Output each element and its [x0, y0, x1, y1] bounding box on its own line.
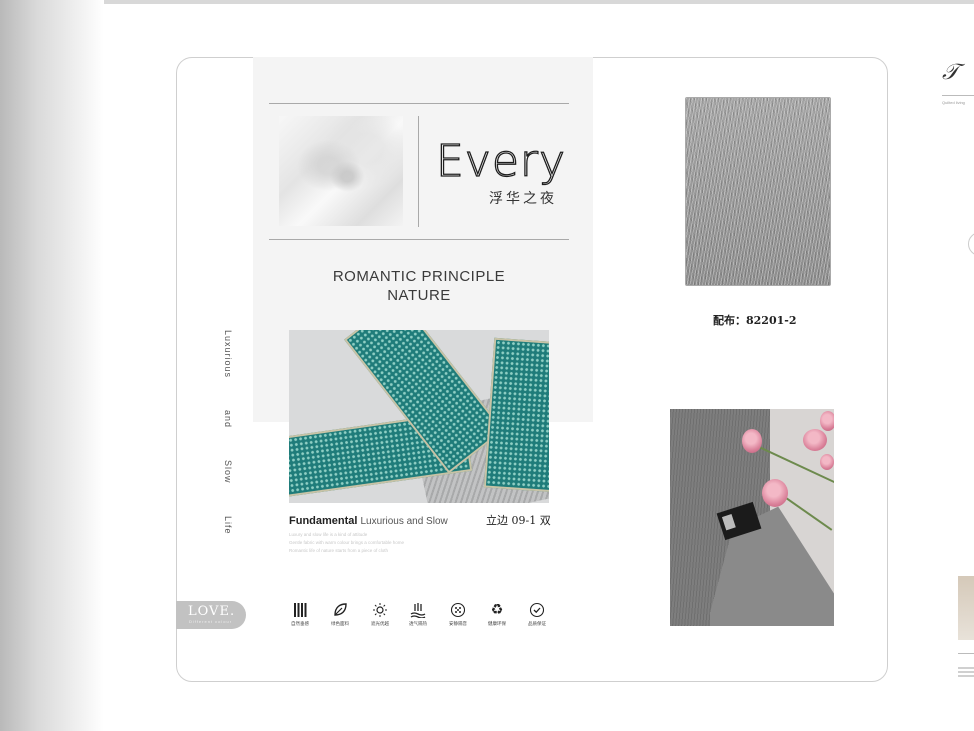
fine-print: Luxury and slow life is a kind of attitu…: [289, 531, 454, 555]
side-word-luxurious: Luxurious: [223, 330, 233, 379]
side-word-life: Life: [223, 516, 233, 535]
next-page-rule-2: [958, 653, 974, 654]
rose-flower: [803, 429, 827, 451]
feature-green: 绿色面料: [325, 602, 355, 627]
page-gutter-shadow: [0, 0, 104, 731]
love-badge: LOVE. Different colour: [176, 601, 246, 629]
side-word-and: and: [223, 410, 233, 429]
next-page-photo: [958, 576, 974, 640]
feature-label: 绿色面料: [331, 621, 349, 626]
next-page-rule: [942, 95, 974, 96]
airflow-icon: [403, 602, 433, 619]
fundamental-caption: Fundamental Luxurious and Slow: [289, 515, 448, 527]
vertical-bars-icon: [285, 602, 315, 619]
rose-flower: [742, 429, 762, 453]
fine-print-line: Gentle fabric with warm colour brings a …: [289, 540, 405, 545]
headline: Every: [435, 135, 567, 187]
feature-label: 安静隔音: [449, 621, 467, 626]
fine-print-line: Romantic life of nature starts from a pi…: [289, 548, 389, 553]
fundamental-light: Luxurious and Slow: [360, 516, 448, 527]
love-badge-subtext: Different colour: [189, 619, 233, 624]
next-page-fine-print: [958, 667, 974, 679]
fine-print-line: Luxury and slow life is a kind of attitu…: [289, 532, 368, 537]
feature-label: 遮光优越: [371, 621, 389, 626]
feature-shading: 遮光优越: [365, 602, 395, 627]
side-word-slow: Slow: [223, 460, 233, 484]
white-silk-photo: [279, 116, 403, 226]
feature-silence: 安静隔音: [443, 602, 473, 627]
feature-breathable: 透气隔热: [403, 602, 433, 627]
top-border: [0, 0, 974, 4]
feature-icon-row: 自然垂感 绿色面料 遮光优越 透气隔热 安静隔音 ♻ 健康环保 品质保证: [285, 602, 553, 632]
feature-eco: ♻ 健康环保: [482, 602, 512, 627]
rose-flower: [820, 411, 834, 431]
fundamental-bold: Fundamental: [289, 515, 358, 527]
sun-icon: [365, 602, 395, 619]
fabric-with-roses-photo: [670, 409, 834, 626]
fabric-code: 配布：82201-2: [713, 314, 797, 327]
next-page-circle: [968, 232, 974, 256]
feature-label: 自然垂感: [291, 621, 309, 626]
sound-dots-icon: [443, 602, 473, 619]
next-page-subtitle: Quilted living: [942, 100, 965, 105]
love-badge-text: LOVE.: [188, 604, 236, 619]
check-shield-icon: [522, 602, 552, 619]
feature-label: 透气隔热: [409, 621, 427, 626]
tagline: ROMANTIC PRINCIPLE NATURE: [300, 267, 538, 305]
leaf-icon: [325, 602, 355, 619]
headline-chinese: 浮华之夜: [489, 190, 557, 206]
feature-quality: 品质保证: [522, 602, 552, 627]
feature-label: 品质保证: [528, 621, 546, 626]
trim-code: 立边 09-1 双: [486, 514, 551, 527]
header-divider: [418, 116, 419, 227]
tagline-line-2: NATURE: [387, 287, 451, 304]
feature-label: 健康环保: [488, 621, 506, 626]
header-bottom-rule: [269, 239, 569, 240]
rose-flower: [762, 479, 788, 507]
gray-fabric-swatch: [685, 97, 831, 286]
next-page-logo: 𝒯: [942, 60, 959, 85]
ribbon-trim-photo: [289, 330, 549, 503]
header-top-rule: [269, 103, 569, 104]
recycle-icon: ♻: [490, 602, 504, 618]
ribbon-band-right: [483, 337, 549, 493]
feature-drape: 自然垂感: [285, 602, 315, 627]
rose-flower: [820, 454, 834, 470]
tagline-line-1: ROMANTIC PRINCIPLE: [332, 268, 506, 285]
